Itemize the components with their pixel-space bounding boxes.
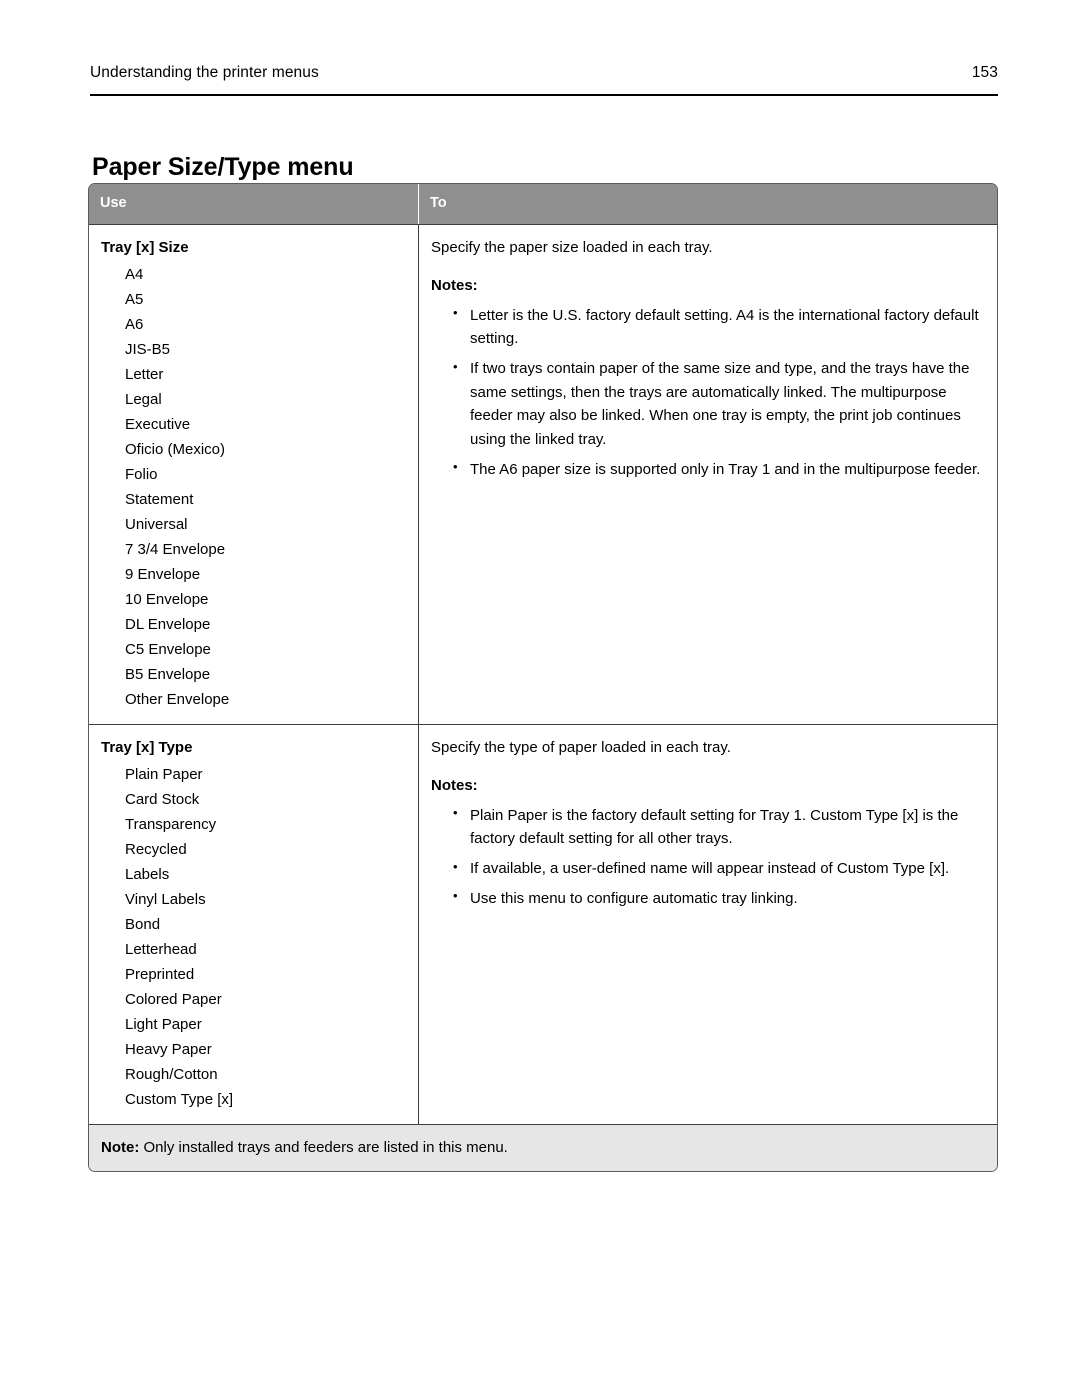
list-item: Folio [125, 465, 158, 483]
note-text: Plain Paper is the factory default setti… [470, 806, 959, 848]
running-header: Understanding the printer menus 153 [90, 64, 998, 82]
list-item: JIS-B5 [125, 340, 171, 358]
list-item: Card Stock [125, 790, 200, 808]
table-row: Tray [x] Size A4 A5 A6 JIS-B5 Letter Leg… [89, 224, 997, 725]
note-item: • If two trays contain paper of the same … [453, 357, 985, 452]
list-item: Transparency [125, 815, 217, 833]
note-text: The A6 paper size is supported only in T… [470, 460, 981, 478]
menu-description: Specify the paper size loaded in each tr… [431, 239, 713, 257]
list-item: Plain Paper [125, 765, 203, 783]
column-header-use: Use [89, 184, 419, 225]
menu-description-cell: Specify the type of paper loaded in each… [419, 725, 997, 1124]
column-header-to: To [430, 195, 447, 211]
list-item: B5 Envelope [125, 666, 211, 684]
list-item: Letter [125, 365, 164, 383]
list-item: 9 Envelope [125, 566, 201, 584]
list-item: A4 [125, 265, 144, 283]
paper-size-type-table: Use To Tray [x] Size A4 A5 A6 JIS-B5 Let… [88, 183, 998, 1173]
list-item: Bond [125, 915, 161, 933]
list-item: 10 Envelope [125, 591, 209, 609]
bullet-icon: • [453, 805, 458, 821]
table-header-row: Use To [89, 184, 997, 225]
bullet-icon: • [453, 858, 458, 874]
bullet-icon: • [453, 305, 458, 321]
list-item: Heavy Paper [125, 1041, 212, 1059]
menu-option-list: A4 A5 A6 JIS-B5 Letter Legal Executive O… [101, 262, 406, 713]
bullet-icon: • [453, 888, 458, 904]
list-item: Custom Type [x] [125, 1091, 234, 1109]
menu-item-cell: Tray [x] Size A4 A5 A6 JIS-B5 Letter Leg… [89, 225, 419, 725]
note-text: If two trays contain paper of the same s… [470, 360, 970, 449]
menu-option-list: Plain Paper Card Stock Transparency Recy… [101, 762, 406, 1113]
list-item: Universal [125, 516, 188, 534]
notes-list: • Plain Paper is the factory default sett… [431, 804, 985, 911]
menu-item-title: Tray [x] Type [101, 739, 193, 757]
list-item: Colored Paper [125, 991, 222, 1008]
menu-description: Specify the type of paper loaded in each… [431, 739, 731, 757]
list-item: C5 Envelope [125, 641, 211, 659]
notes-label: Notes: [431, 776, 478, 794]
list-item: 7 3/4 Envelope [125, 541, 226, 559]
menu-item-cell: Tray [x] Type Plain Paper Card Stock Tra… [89, 725, 419, 1125]
list-item: Preprinted [125, 965, 195, 983]
footer-note-cell: Note: Only installed trays and feeders a… [89, 1125, 997, 1171]
page-number: 153 [971, 64, 998, 81]
note-item: • If available, a user-defined name will … [453, 857, 985, 881]
note-item: • The A6 paper size is supported only in … [453, 458, 985, 482]
note-item: • Plain Paper is the factory default sett… [453, 804, 985, 851]
note-text: If available, a user-defined name will a… [470, 860, 950, 878]
list-item: DL Envelope [125, 616, 211, 634]
menu-item-title: Tray [x] Size [101, 239, 189, 257]
list-item: Other Envelope [125, 691, 230, 709]
table-footer-row: Note: Only installed trays and feeders a… [89, 1124, 997, 1172]
list-item: Light Paper [125, 1016, 202, 1034]
bullet-icon: • [453, 459, 458, 475]
running-header-title: Understanding the printer menus [90, 64, 319, 81]
bullet-icon: • [453, 358, 458, 374]
list-item: A5 [125, 290, 144, 308]
list-item: Rough/Cotton [125, 1066, 218, 1084]
menu-description-cell: Specify the paper size loaded in each tr… [419, 225, 997, 724]
list-item: Letterhead [125, 940, 197, 958]
note-text: Letter is the U.S. factory default setti… [470, 306, 979, 348]
note-item: • Use this menu to configure automatic tr… [453, 887, 985, 911]
header-divider-rule [90, 94, 998, 96]
list-item: Vinyl Labels [125, 890, 206, 908]
list-item: Statement [125, 490, 194, 508]
list-item: Labels [125, 865, 170, 883]
list-item: A6 [125, 315, 144, 333]
footer-note-text: Only installed trays and feeders are lis… [139, 1139, 508, 1157]
list-item: Oficio (Mexico) [125, 440, 226, 458]
list-item: Recycled [125, 840, 187, 858]
notes-list: • Letter is the U.S. factory default sett… [431, 304, 985, 482]
note-text: Use this menu to configure automatic tra… [470, 889, 798, 907]
note-item: • Letter is the U.S. factory default sett… [453, 304, 985, 351]
list-item: Executive [125, 415, 191, 433]
page-title: Paper Size/Type menu [92, 152, 354, 181]
list-item: Legal [125, 390, 162, 408]
document-page: Understanding the printer menus 153 Pape… [0, 0, 1080, 1397]
footer-note-label: Note: [101, 1139, 140, 1157]
table-row: Tray [x] Type Plain Paper Card Stock Tra… [89, 724, 997, 1125]
notes-label: Notes: [431, 276, 478, 294]
